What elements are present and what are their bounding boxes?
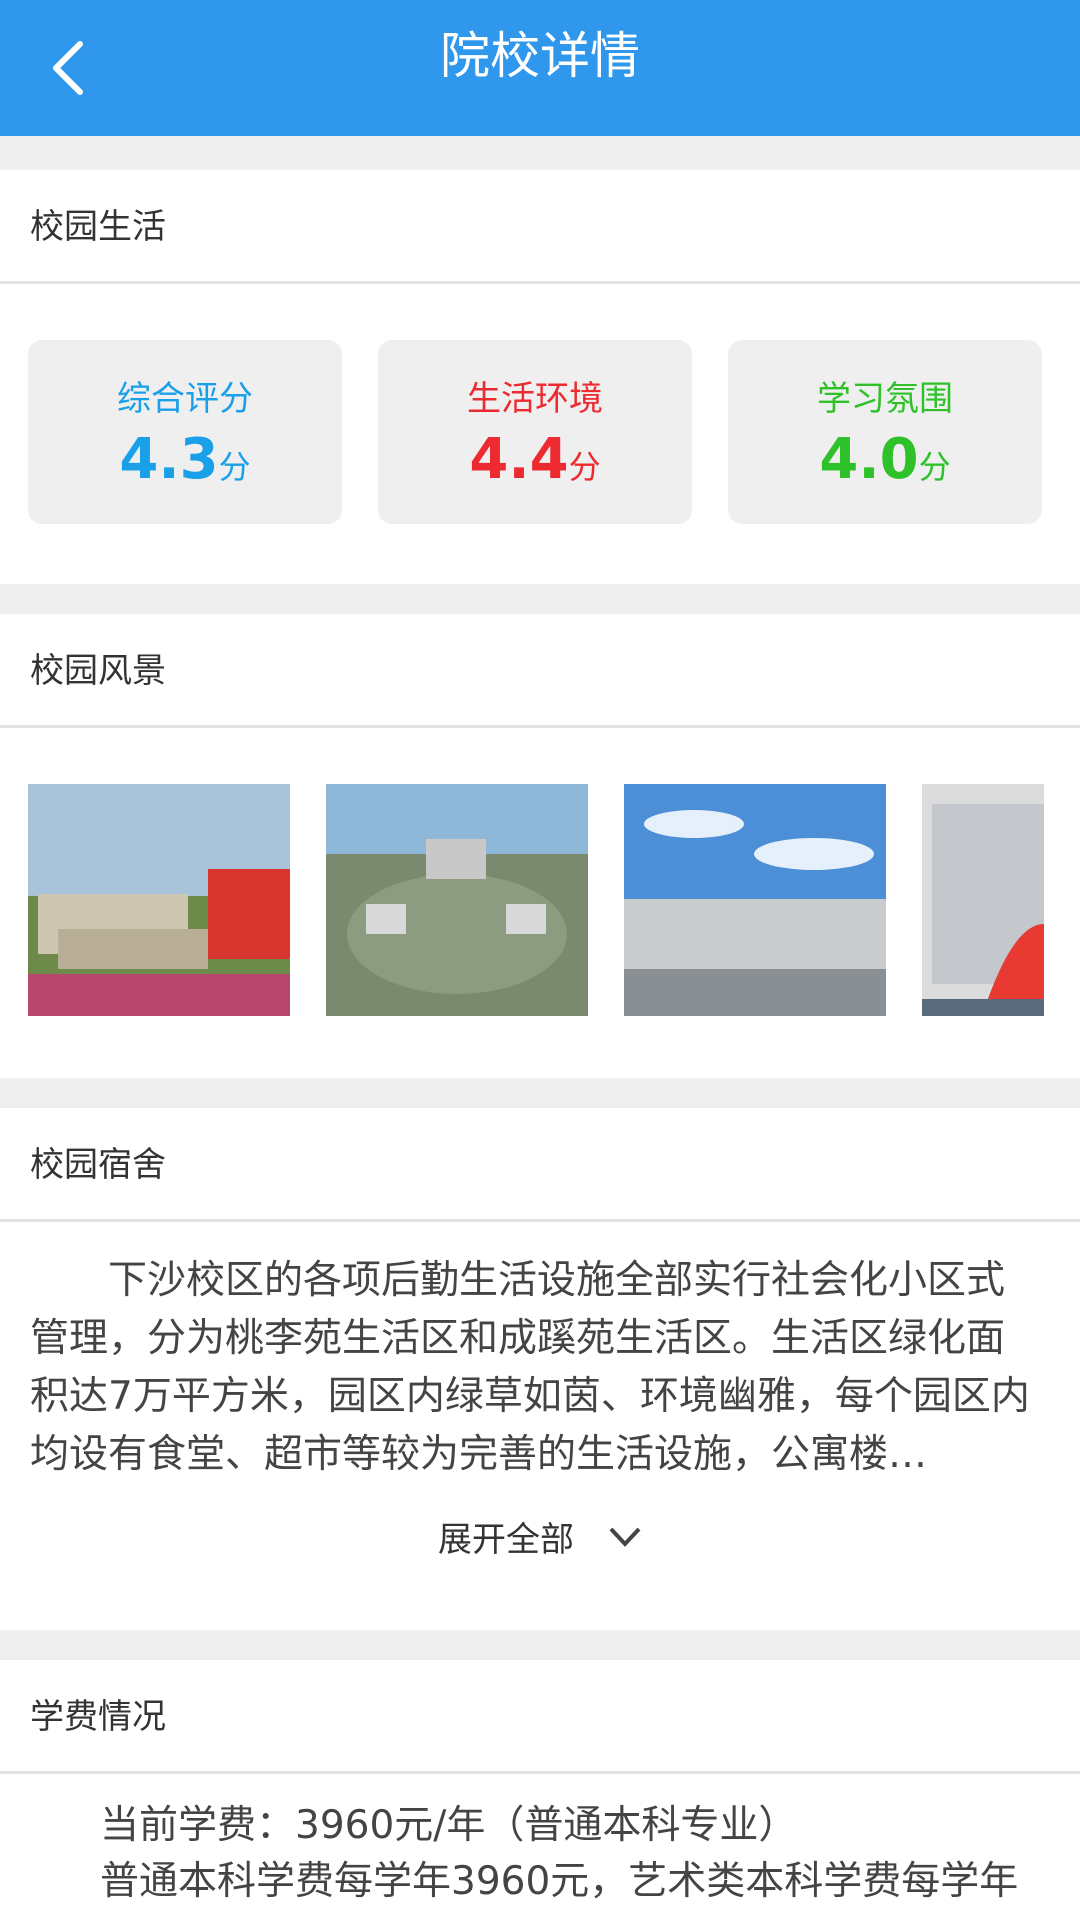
score-row: 综合评分 4.3分 生活环境 4.4分 学习氛围 4.0分 [0,284,1080,524]
campus-photo[interactable] [326,784,588,1016]
photo-gallery[interactable] [0,784,1080,1020]
section-title: 校园宿舍 [0,1108,1080,1222]
score-label: 学习氛围 [817,379,953,419]
page-title: 院校详情 [440,27,640,85]
tuition-line: 当前学费：3960元/年（普通本科专业） [100,1803,798,1848]
section-title: 校园生活 [0,170,1080,284]
score-label: 生活环境 [467,379,603,419]
score-value: 4.3分 [119,427,251,492]
tuition-description: 当前学费：3960元/年（普通本科专业） 普通本科学费每学年3960元，艺术类本… [0,1774,1080,1910]
section-title: 校园风景 [0,614,1080,728]
campus-dorm-card: 校园宿舍 下沙校区的各项后勤生活设施全部实行社会化小区式管理，分为桃李苑生活区和… [0,1108,1080,1630]
app-header: 院校详情 [0,0,1080,136]
score-value: 4.4分 [469,427,601,492]
score-label: 综合评分 [117,379,253,419]
campus-life-card: 校园生活 综合评分 4.3分 生活环境 4.4分 学习氛围 4.0分 [0,170,1080,584]
score-living-environment: 生活环境 4.4分 [378,340,692,524]
tuition-line: 普通本科学费每学年3960元，艺术类本科学费每学年 [100,1859,1019,1904]
campus-photo[interactable] [28,784,290,1016]
campus-photo[interactable] [922,784,1044,1016]
dorm-description: 下沙校区的各项后勤生活设施全部实行社会化小区式管理，分为桃李苑生活区和成蹊苑生活… [30,1258,1030,1477]
score-study-atmosphere: 学习氛围 4.0分 [728,340,1042,524]
expand-all-button[interactable]: 展开全部 [0,1512,1080,1561]
score-overall: 综合评分 4.3分 [28,340,342,524]
section-title: 学费情况 [0,1660,1080,1774]
campus-scenery-card: 校园风景 [0,614,1080,1078]
campus-photo[interactable] [624,784,886,1016]
score-value: 4.0分 [819,427,951,492]
tuition-card: 学费情况 当前学费：3960元/年（普通本科专业） 普通本科学费每学年3960元… [0,1660,1080,1920]
expand-label: 展开全部 [438,1520,574,1560]
chevron-down-icon [609,1527,641,1547]
